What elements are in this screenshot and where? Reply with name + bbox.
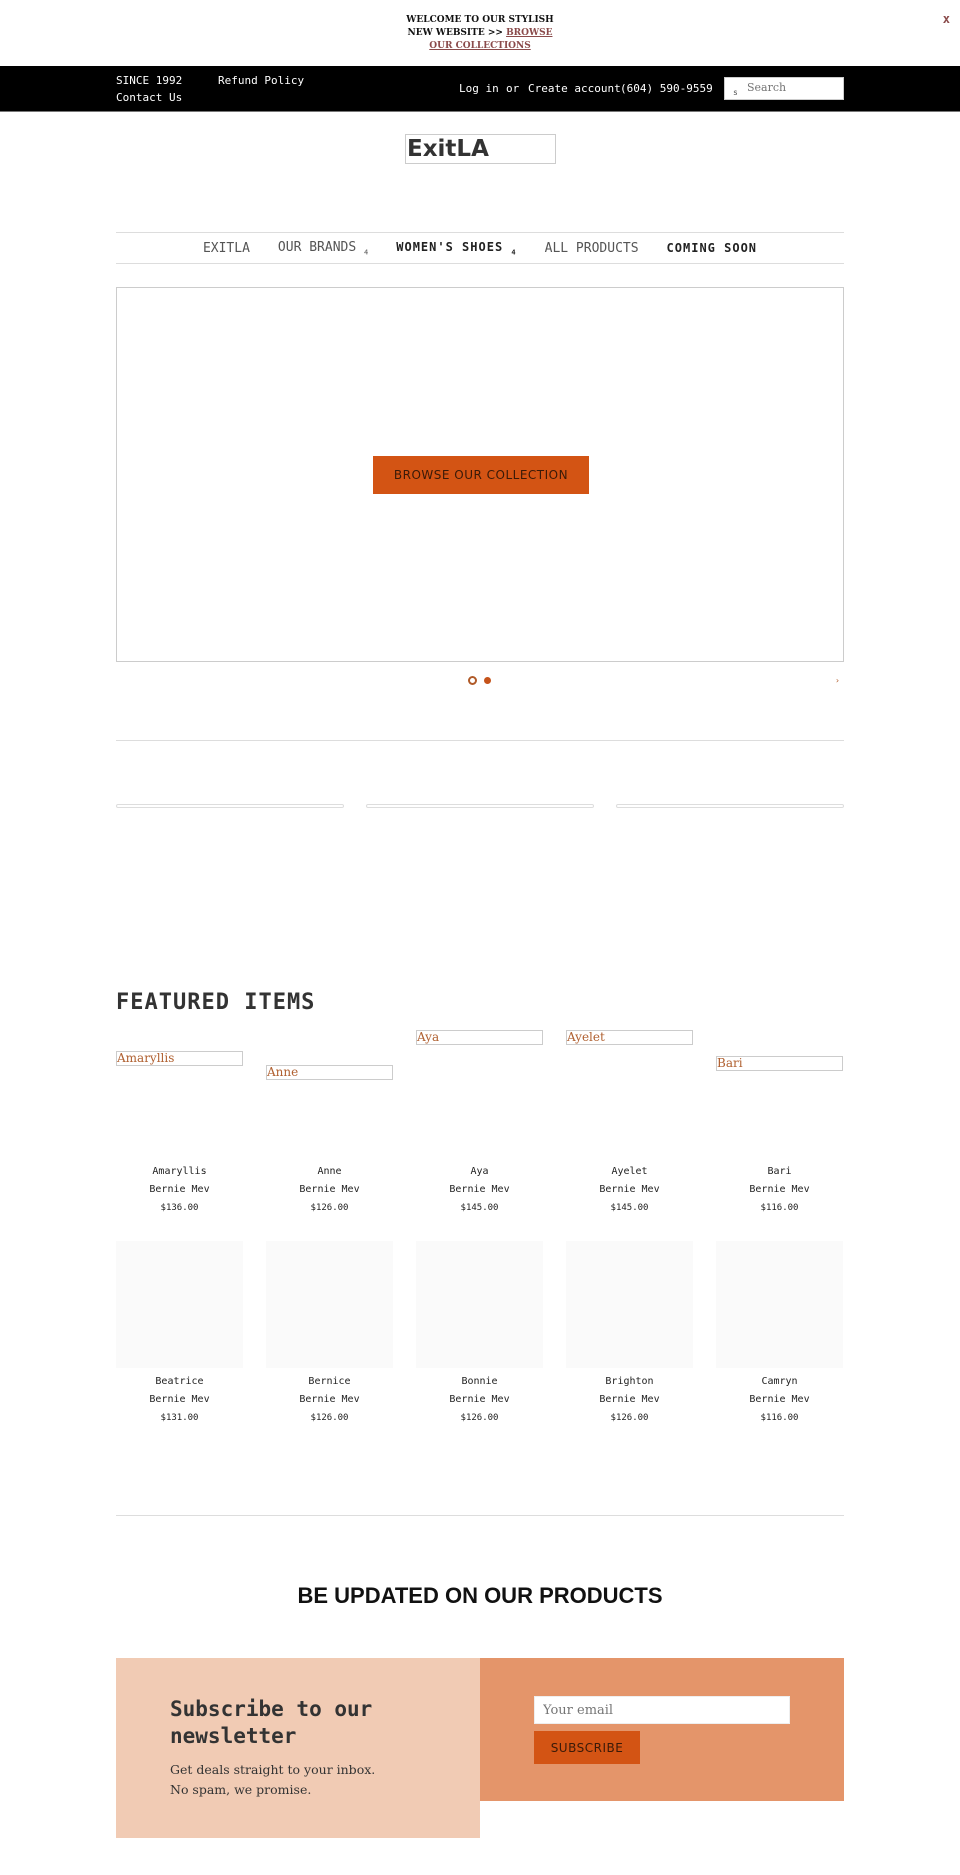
product-card[interactable]: Ayelet Bernie Mev $145.00 [566,1163,693,1217]
product-name[interactable]: Bari [716,1163,843,1181]
nav-all-products[interactable]: ALL PRODUCTS [545,241,639,256]
product-image[interactable] [116,1241,243,1368]
since-text: SINCE 1992 [116,74,183,87]
product-brand: Bernie Mev [149,1184,210,1195]
collection-block[interactable] [116,804,344,808]
product-card[interactable]: Brighton Bernie Mev $126.00 [566,1373,693,1427]
product-brand: Bernie Mev [449,1184,510,1195]
updates-title: BE UPDATED ON OUR PRODUCTS [297,1583,663,1608]
nav-label: WOMEN'S SHOES [396,239,504,254]
product-card[interactable]: Bernice Bernie Mev $126.00 [266,1373,393,1427]
product-price: $126.00 [460,1413,499,1423]
search-input[interactable] [747,81,837,94]
product-name[interactable]: Ayelet [566,1163,693,1181]
product-card[interactable]: Camryn Bernie Mev $116.00 [716,1373,843,1427]
nav-label: OUR BRANDS [277,239,357,255]
search-icon: s [733,88,738,97]
announcement-bar: WELCOME TO OUR STYLISH NEW WEBSITE >> BR… [0,0,960,66]
next-arrow-icon[interactable]: › [835,676,840,685]
search-box[interactable]: s [724,77,844,100]
top-bar: SINCE 1992 Refund Policy Contact Us Log … [0,66,960,112]
product-price: $126.00 [310,1203,349,1213]
product-price: $145.00 [610,1203,649,1213]
nav-exitla[interactable]: EXITLA [203,241,250,256]
browse-collection-button[interactable]: BROWSE OUR COLLECTION [373,456,589,494]
product-image[interactable]: Aya [416,1030,543,1045]
product-price: $116.00 [760,1413,799,1423]
product-image[interactable] [266,1241,393,1368]
newsletter-text-line: Get deals straight to your inbox. [170,1762,376,1777]
dropdown-arrow-icon: 4 [511,248,517,257]
product-name[interactable]: Bernice [266,1373,393,1391]
logo[interactable]: ExitLA [405,134,556,164]
refund-policy-link[interactable]: Refund Policy [218,74,304,87]
product-brand: Bernie Mev [599,1184,660,1195]
newsletter-text: Get deals straight to your inbox. No spam… [170,1760,375,1800]
product-image[interactable]: Bari [716,1056,843,1071]
product-price: $145.00 [460,1203,499,1213]
email-input[interactable] [534,1696,790,1724]
divider [116,740,844,741]
newsletter-left: Subscribe to our newsletter Get deals st… [116,1658,480,1838]
product-brand: Bernie Mev [599,1394,660,1405]
collection-block[interactable] [616,804,844,808]
create-account-link[interactable]: Create account [528,82,621,95]
product-image[interactable]: Amaryllis [116,1051,243,1066]
product-price: $116.00 [760,1203,799,1213]
product-image[interactable] [566,1241,693,1368]
product-name[interactable]: Camryn [716,1373,843,1391]
hero-slideshow: BROWSE OUR COLLECTION [116,287,844,662]
product-card[interactable]: Amaryllis Bernie Mev $136.00 [116,1163,243,1217]
product-brand: Bernie Mev [449,1394,510,1405]
product-brand: Bernie Mev [299,1184,360,1195]
nav-womens-shoes[interactable]: WOMEN'S SHOES 4 [396,240,516,256]
product-name[interactable]: Amaryllis [116,1163,243,1181]
product-name[interactable]: Brighton [566,1373,693,1391]
contact-link[interactable]: Contact Us [116,91,182,104]
dropdown-arrow-icon: 4 [364,248,369,257]
newsletter-right: SUBSCRIBE [480,1658,844,1801]
product-name[interactable]: Bonnie [416,1373,543,1391]
featured-title: FEATURED ITEMS [116,990,316,1015]
product-image[interactable]: Anne [266,1065,393,1080]
product-image[interactable] [416,1241,543,1368]
product-card[interactable]: Bari Bernie Mev $116.00 [716,1163,843,1217]
phone-number: (604) 590-9559 [620,82,713,95]
nav-coming-soon[interactable]: COMING SOON [667,241,757,255]
product-price: $136.00 [160,1203,199,1213]
collection-block[interactable] [366,804,594,808]
product-image[interactable]: Ayelet [566,1030,693,1045]
product-name[interactable]: Aya [416,1163,543,1181]
product-brand: Bernie Mev [299,1394,360,1405]
product-card[interactable]: Bonnie Bernie Mev $126.00 [416,1373,543,1427]
product-price: $126.00 [310,1413,349,1423]
close-icon[interactable]: x [943,12,950,26]
login-link[interactable]: Log in [459,82,499,95]
product-image[interactable] [716,1241,843,1368]
product-price: $126.00 [610,1413,649,1423]
product-name[interactable]: Beatrice [116,1373,243,1391]
product-brand: Bernie Mev [149,1394,210,1405]
product-card[interactable]: Anne Bernie Mev $126.00 [266,1163,393,1217]
product-name[interactable]: Anne [266,1163,393,1181]
or-text: or [506,82,520,95]
divider [116,1515,844,1516]
product-price: $131.00 [160,1413,199,1423]
slide-dot[interactable] [484,677,491,684]
newsletter-text-line: No spam, we promise. [170,1782,312,1797]
product-brand: Bernie Mev [749,1184,810,1195]
product-card[interactable]: Beatrice Bernie Mev $131.00 [116,1373,243,1427]
product-brand: Bernie Mev [749,1394,810,1405]
nav-our-brands[interactable]: OUR BRANDS 4 [278,240,368,257]
slide-dot-active[interactable] [468,676,477,685]
product-card[interactable]: Aya Bernie Mev $145.00 [416,1163,543,1217]
main-nav: EXITLA OUR BRANDS 4 WOMEN'S SHOES 4 ALL … [116,232,844,264]
newsletter-title: Subscribe to our newsletter [170,1697,373,1748]
subscribe-button[interactable]: SUBSCRIBE [534,1731,640,1764]
